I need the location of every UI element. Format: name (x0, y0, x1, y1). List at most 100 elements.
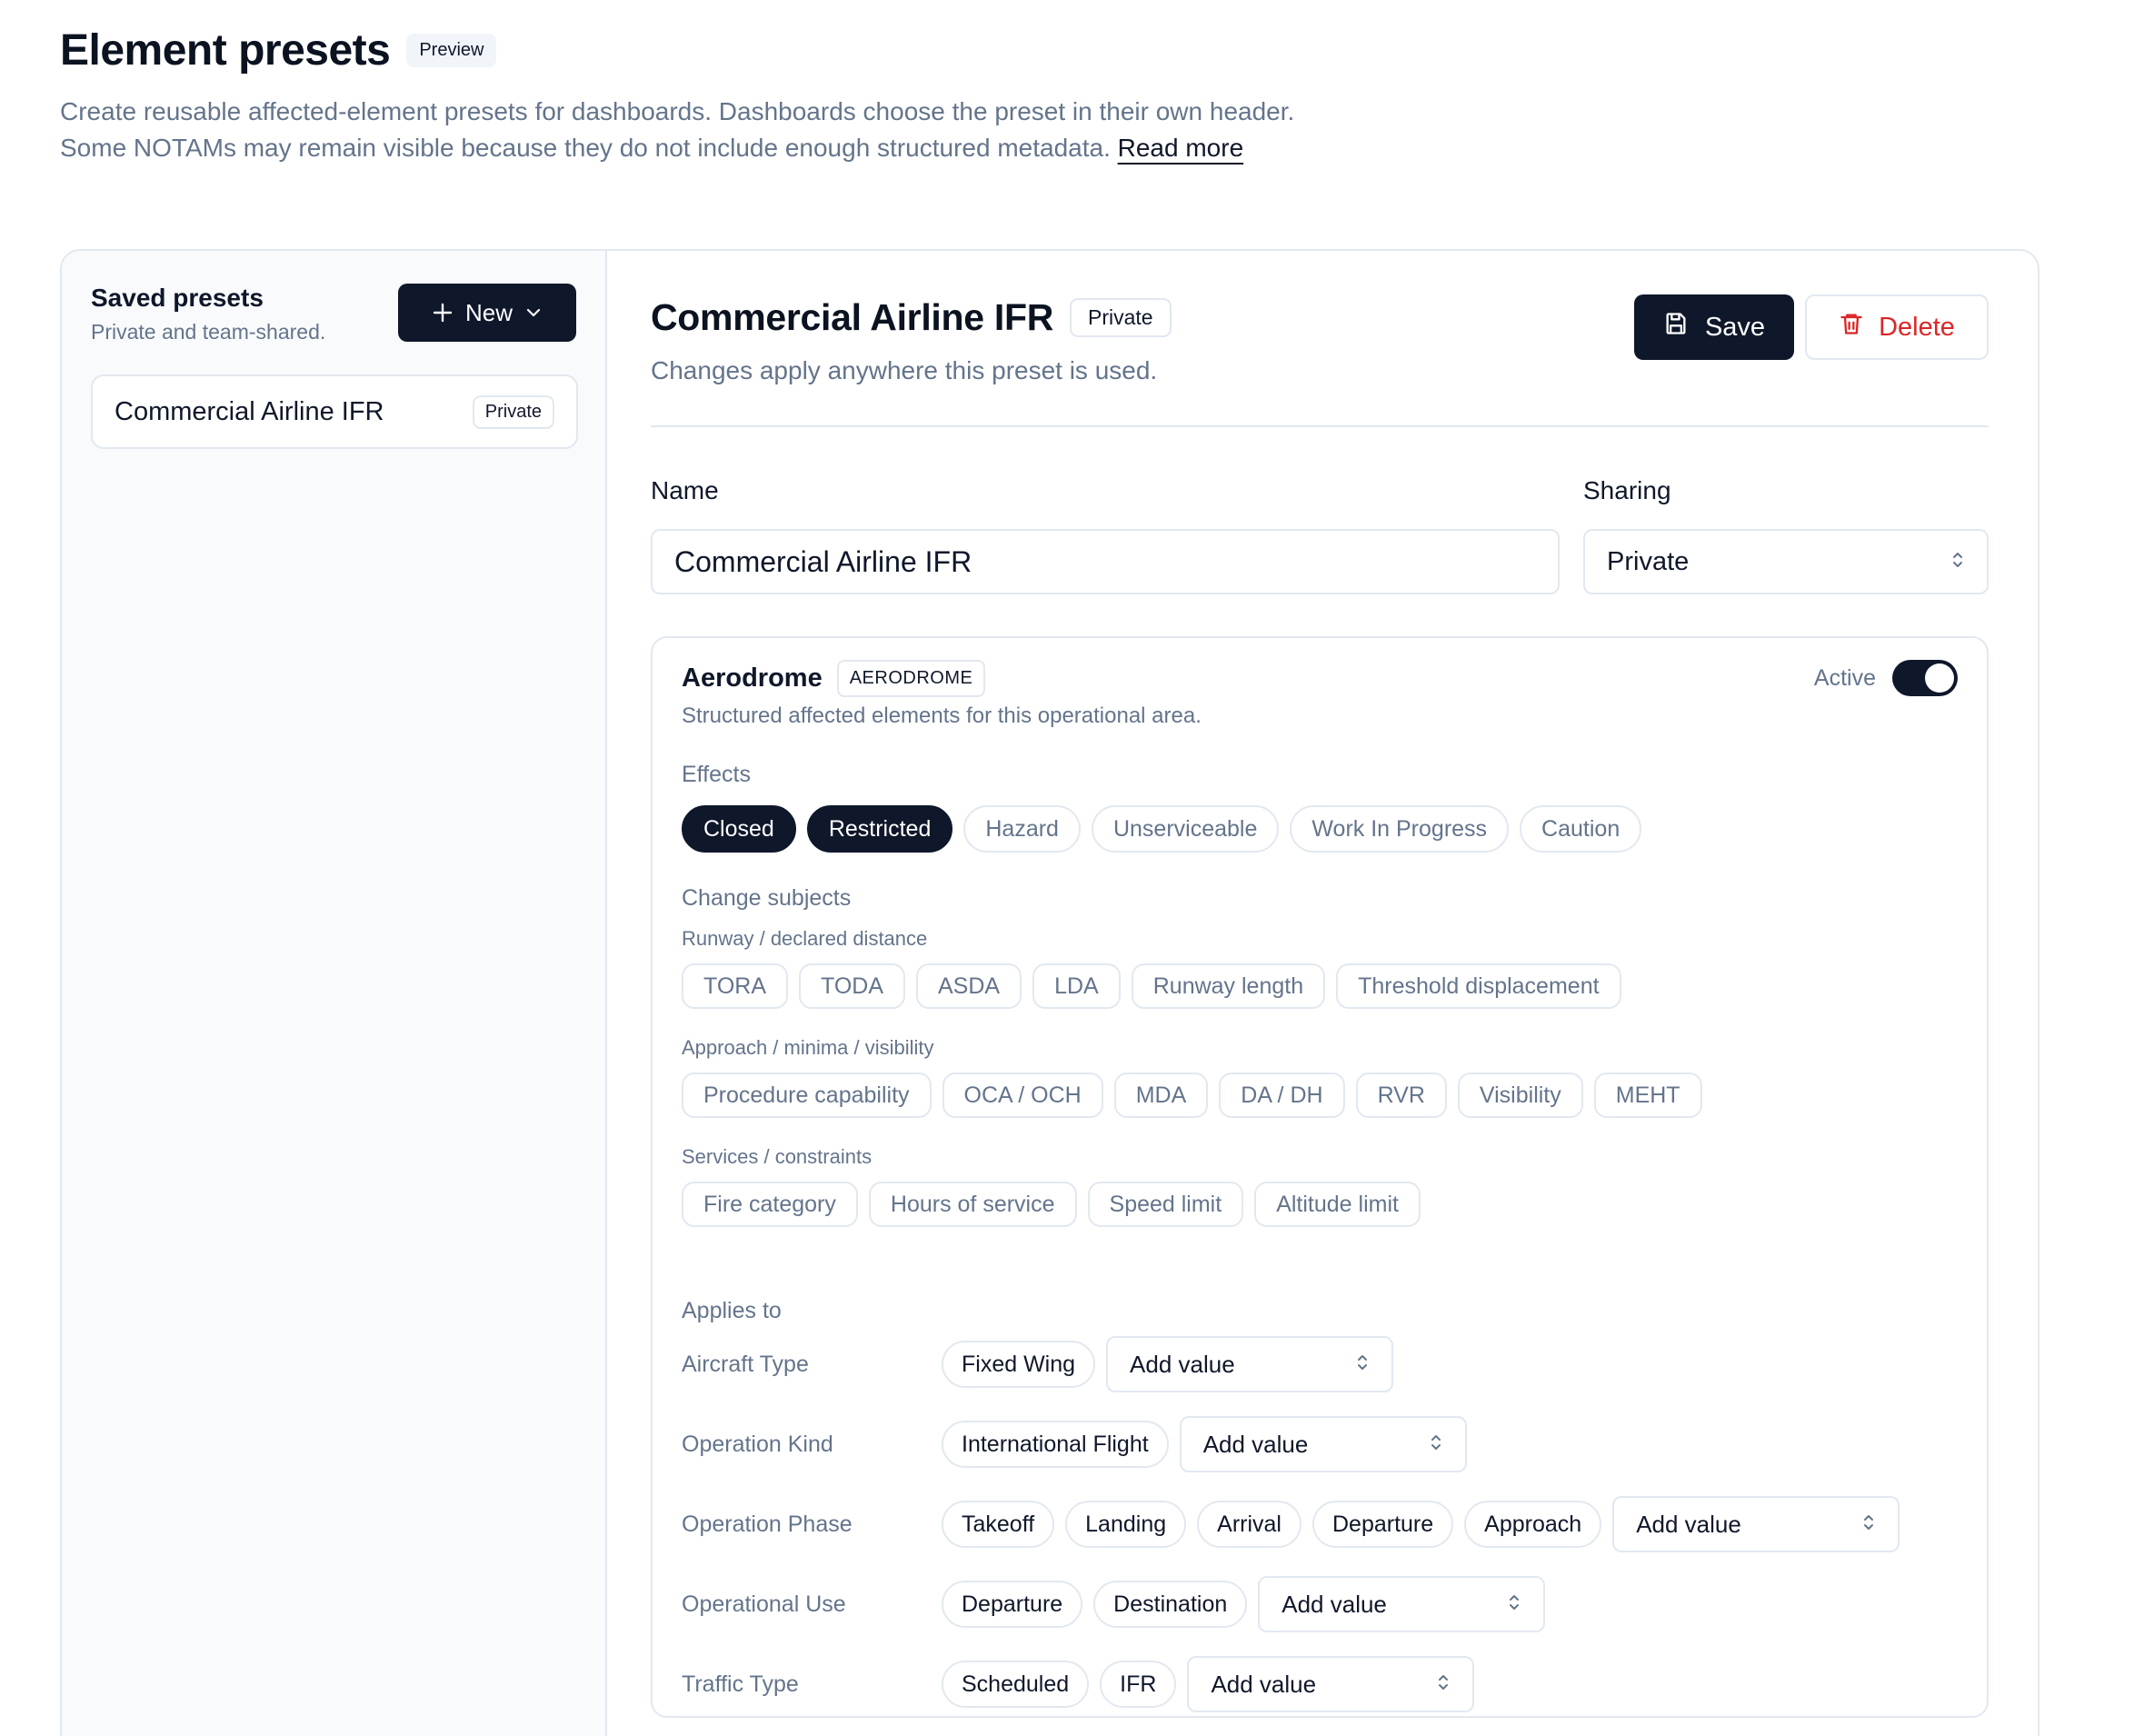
effect-chip-restricted[interactable]: Restricted (806, 805, 953, 853)
add-value-label: Add value (1636, 1510, 1741, 1538)
value-tag-departure[interactable]: Departure (942, 1581, 1083, 1628)
applies-values: Scheduled IFR Add value (942, 1656, 1475, 1712)
new-preset-button[interactable]: New (398, 284, 576, 342)
applies-values: Takeoff Landing Arrival Departure Approach Ad… (942, 1496, 1900, 1552)
name-input[interactable] (651, 529, 1560, 594)
header-divider (651, 425, 1989, 427)
value-tag-takeoff[interactable]: Takeoff (942, 1501, 1055, 1548)
value-tag-approach[interactable]: Approach (1464, 1501, 1602, 1548)
save-button-label: Save (1704, 312, 1766, 342)
subject-chip-hours-of-service[interactable]: Hours of service (868, 1182, 1077, 1227)
add-value-select[interactable]: Add value (1106, 1336, 1394, 1392)
sharing-label: Sharing (1583, 476, 1671, 504)
subject-chip-procedure-capability[interactable]: Procedure capability (682, 1073, 932, 1118)
applies-row-label: Operation Kind (682, 1431, 833, 1457)
change-subjects-label: Change subjects (682, 885, 852, 911)
subject-chip-lda[interactable]: LDA (1032, 963, 1121, 1009)
group-label-runway-declared-distance: Runway / declared distance (682, 927, 928, 950)
value-tag-ifr[interactable]: IFR (1100, 1661, 1177, 1708)
delete-button-label: Delete (1879, 312, 1955, 342)
chevron-down-icon (525, 304, 542, 321)
group-label-services-constraints: Services / constraints (682, 1145, 873, 1168)
value-tag-fixed-wing[interactable]: Fixed Wing (942, 1341, 1096, 1388)
applies-values: International Flight Add value (942, 1416, 1467, 1472)
page-header: Element presets Preview Create reusable … (60, 25, 1296, 166)
save-icon (1663, 311, 1689, 344)
add-value-label: Add value (1211, 1670, 1317, 1698)
effect-chip-hazard[interactable]: Hazard (963, 805, 1081, 853)
title-row: Element presets Preview (60, 25, 1296, 75)
name-label: Name (651, 476, 719, 504)
page-description-text: Create reusable affected-element presets… (60, 97, 1295, 162)
active-label: Active (1813, 664, 1876, 691)
sidebar: Saved presets Private and team-shared. N… (62, 251, 607, 1736)
value-tag-landing[interactable]: Landing (1065, 1501, 1187, 1548)
effect-chip-closed[interactable]: Closed (682, 805, 796, 853)
preset-visibility-badge: Private (472, 394, 554, 429)
save-button[interactable]: Save (1634, 294, 1794, 360)
active-control: Active (1814, 660, 1958, 696)
chevron-up-down-icon (1950, 547, 1965, 577)
plus-icon (433, 303, 453, 323)
subject-chip-threshold-displacement[interactable]: Threshold displacement (1336, 963, 1621, 1009)
applies-row-operational-use: Operational Use Departure Destination Add v… (682, 1576, 1546, 1632)
subject-chip-toda[interactable]: TODA (799, 963, 905, 1009)
applies-row-aircraft-type: Aircraft Type Fixed Wing Add value (682, 1336, 1394, 1392)
effect-chip-unserviceable[interactable]: Unserviceable (1091, 805, 1280, 853)
sidebar-title: Saved presets (91, 284, 264, 312)
read-more-link[interactable]: Read more (1118, 134, 1244, 162)
applies-row-label: Operational Use (682, 1591, 846, 1617)
page-title: Element presets (60, 26, 391, 75)
subject-chip-altitude-limit[interactable]: Altitude limit (1254, 1182, 1421, 1227)
subject-chip-oca-och[interactable]: OCA / OCH (942, 1073, 1103, 1118)
area-header: Aerodrome AERODROME (682, 660, 986, 697)
subject-chip-runway-length[interactable]: Runway length (1131, 963, 1326, 1009)
subject-chip-rvr[interactable]: RVR (1355, 1073, 1447, 1118)
chevron-up-down-icon (1429, 1431, 1443, 1459)
presets-panel: Saved presets Private and team-shared. N… (60, 249, 2039, 1736)
value-tag-scheduled[interactable]: Scheduled (942, 1661, 1090, 1708)
applies-row-label: Aircraft Type (682, 1351, 809, 1377)
delete-button[interactable]: Delete (1805, 294, 1989, 360)
subject-chip-speed-limit[interactable]: Speed limit (1087, 1182, 1244, 1227)
page-description: Create reusable affected-element presets… (60, 94, 1296, 166)
subject-chip-meht[interactable]: MEHT (1593, 1073, 1702, 1118)
subject-chip-fire-category[interactable]: Fire category (682, 1182, 858, 1227)
value-tag-departure[interactable]: Departure (1311, 1501, 1454, 1548)
preset-list-item[interactable]: Commercial Airline IFR Private (91, 374, 578, 449)
value-tag-arrival[interactable]: Arrival (1197, 1501, 1301, 1548)
effects-chips: Closed Restricted Hazard Unserviceable Work … (682, 805, 1642, 853)
subject-chip-tora[interactable]: TORA (682, 963, 788, 1009)
sharing-select[interactable]: Private (1583, 529, 1989, 594)
group-label-approach-minima-visibility: Approach / minima / visibility (682, 1036, 934, 1059)
value-tag-international-flight[interactable]: International Flight (942, 1421, 1169, 1468)
preset-name: Commercial Airline IFR (115, 396, 384, 426)
add-value-select[interactable]: Add value (1187, 1656, 1475, 1712)
area-code-badge: AERODROME (836, 660, 986, 697)
effects-label: Effects (682, 762, 751, 787)
effect-chip-caution[interactable]: Caution (1520, 805, 1642, 853)
detail-subtitle: Changes apply anywhere this preset is us… (651, 356, 1158, 384)
subject-chip-asda[interactable]: ASDA (916, 963, 1022, 1009)
subject-chip-mda[interactable]: MDA (1113, 1073, 1209, 1118)
aerodrome-card: Aerodrome AERODROME Structured affected … (651, 636, 1989, 1718)
add-value-select[interactable]: Add value (1612, 1496, 1900, 1552)
applies-values: Departure Destination Add value (942, 1576, 1546, 1632)
chevron-up-down-icon (1355, 1351, 1370, 1379)
add-value-select[interactable]: Add value (1179, 1416, 1467, 1472)
subject-chip-da-dh[interactable]: DA / DH (1219, 1073, 1345, 1118)
new-button-label: New (464, 298, 513, 326)
applies-row-traffic-type: Traffic Type Scheduled IFR Add value (682, 1656, 1475, 1712)
add-value-label: Add value (1202, 1430, 1309, 1458)
applies-row-operation-phase: Operation Phase Takeoff Landing Arrival Depa… (682, 1496, 1900, 1552)
effect-chip-work-in-progress[interactable]: Work In Progress (1290, 805, 1510, 853)
area-name: Aerodrome (682, 663, 823, 693)
sidebar-subtitle: Private and team-shared. (91, 320, 326, 344)
add-value-select[interactable]: Add value (1258, 1576, 1546, 1632)
subject-chips-row: Fire category Hours of service Speed limit… (682, 1182, 1421, 1227)
value-tag-destination[interactable]: Destination (1093, 1581, 1248, 1628)
subject-chip-visibility[interactable]: Visibility (1457, 1073, 1583, 1118)
active-toggle[interactable] (1892, 660, 1958, 696)
applies-row-label: Traffic Type (682, 1671, 799, 1697)
toggle-knob (1925, 663, 1954, 693)
